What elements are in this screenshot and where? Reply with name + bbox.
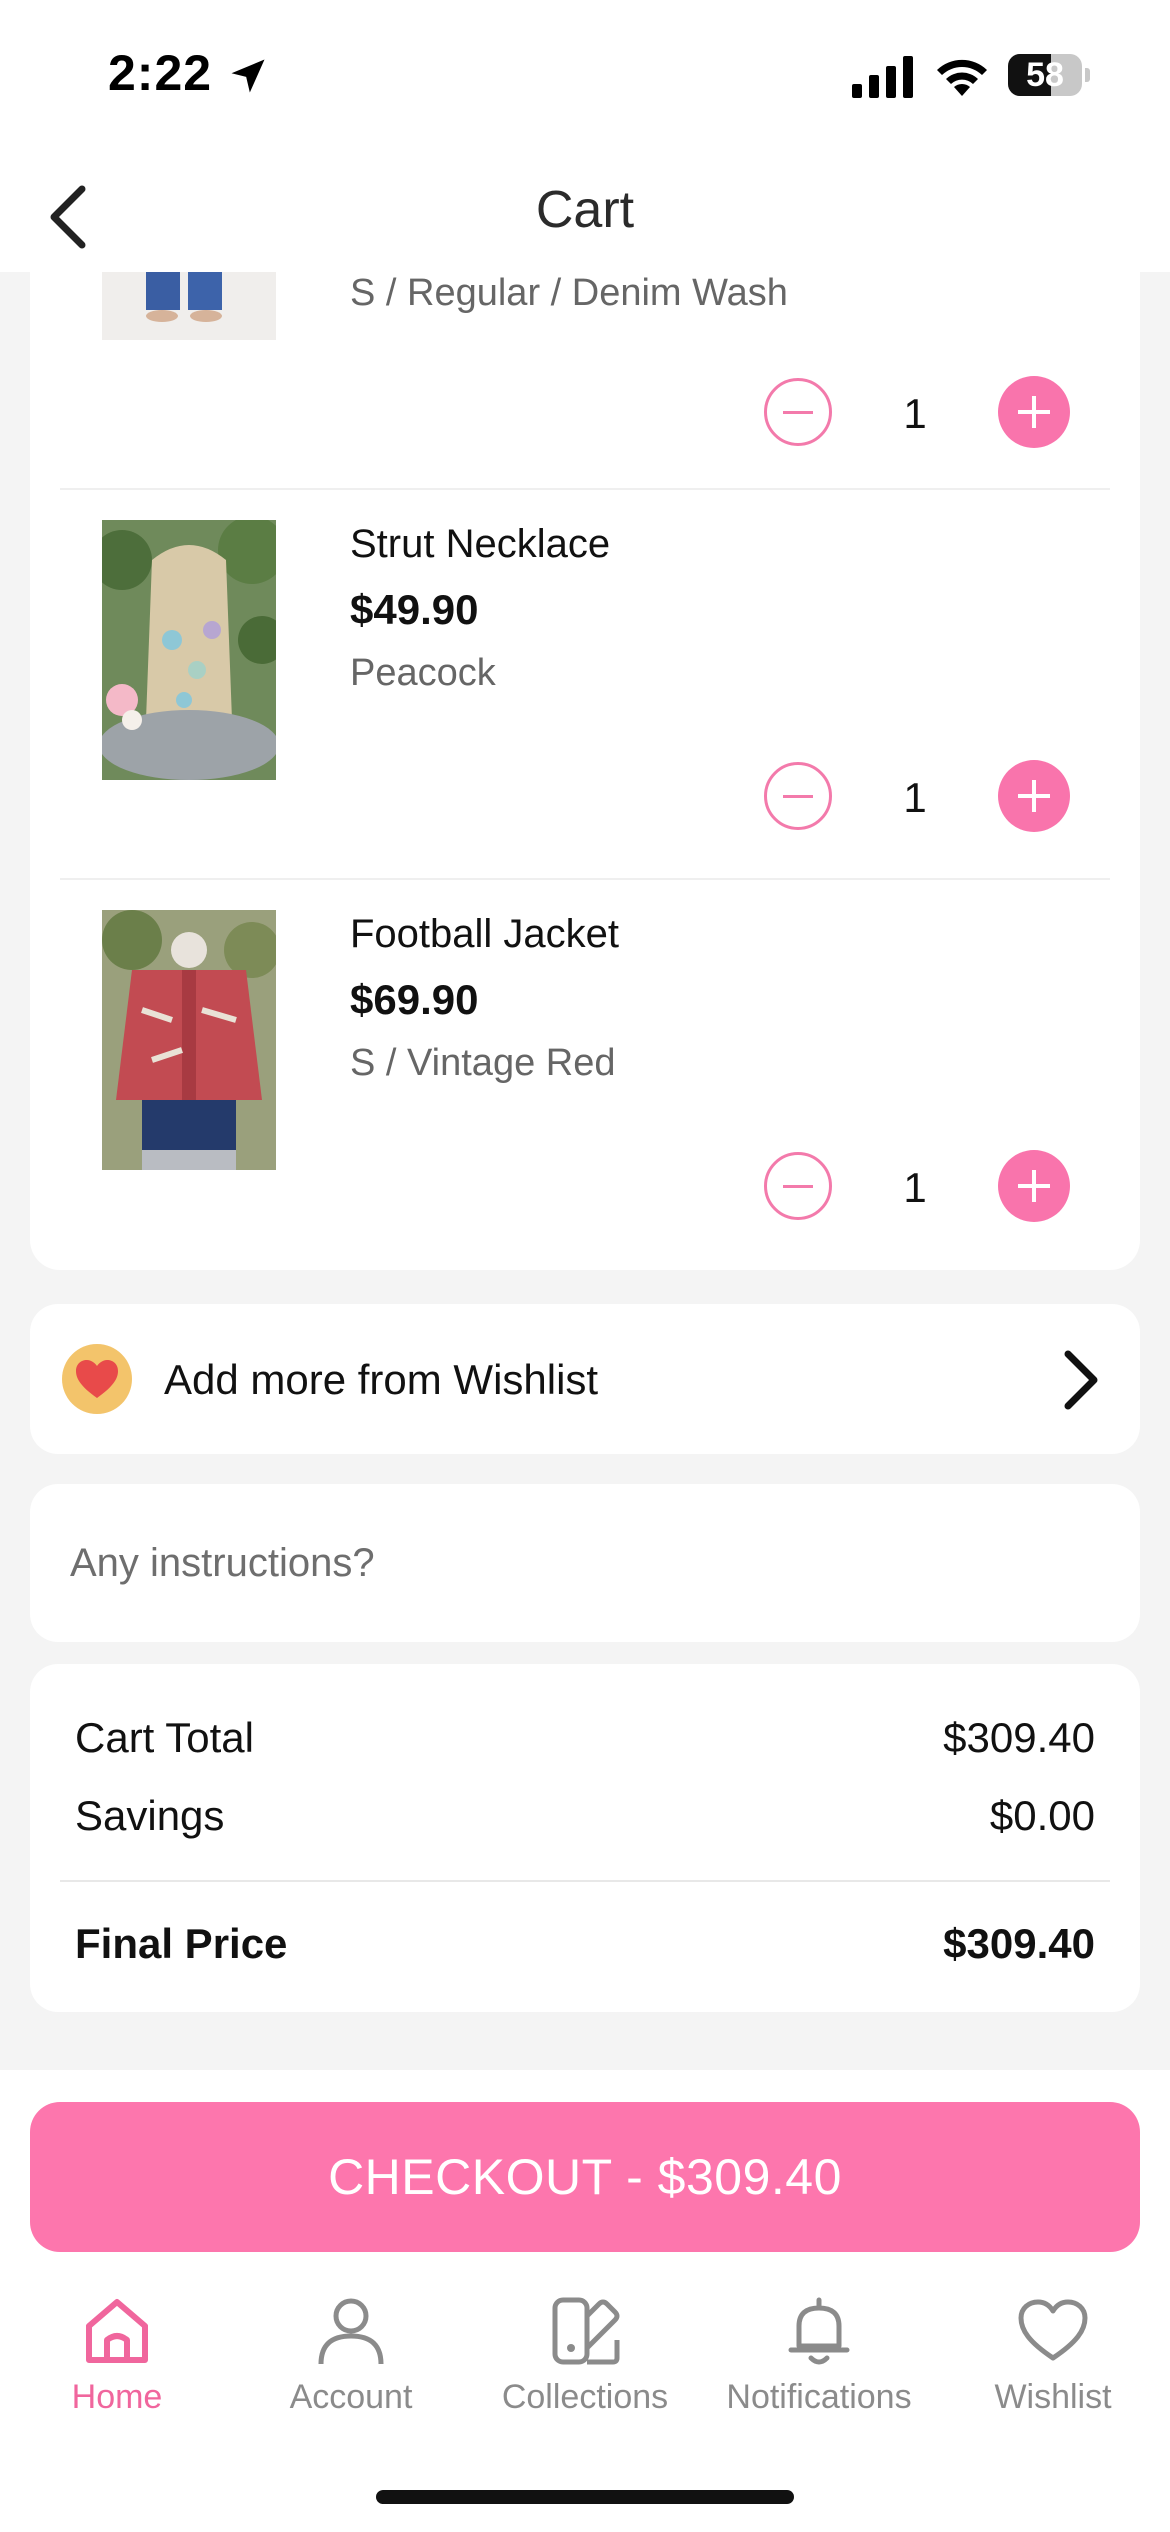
tab-label: Home bbox=[71, 2378, 163, 2416]
instructions-input[interactable] bbox=[70, 1528, 1100, 1598]
product-image[interactable] bbox=[102, 910, 276, 1170]
tab-label: Collections bbox=[501, 2378, 669, 2416]
increase-quantity-button[interactable] bbox=[998, 1150, 1070, 1222]
decrease-quantity-button[interactable] bbox=[764, 378, 832, 446]
product-image[interactable] bbox=[102, 260, 276, 340]
divider bbox=[60, 1880, 1110, 1882]
instructions-box bbox=[30, 1484, 1140, 1642]
checkout-label: CHECKOUT - $309.40 bbox=[328, 2149, 842, 2205]
tab-account[interactable]: Account bbox=[234, 2290, 468, 2430]
decrease-quantity-button[interactable] bbox=[764, 762, 832, 830]
item-variant: S / Regular / Denim Wash bbox=[350, 272, 788, 314]
tab-wishlist[interactable]: Wishlist bbox=[936, 2290, 1170, 2430]
collections-icon bbox=[552, 2297, 620, 2365]
final-price-value: $309.40 bbox=[943, 1920, 1095, 1967]
tab-collections[interactable]: Collections bbox=[468, 2290, 702, 2430]
add-from-wishlist-row[interactable]: Add more from Wishlist bbox=[30, 1304, 1140, 1454]
home-indicator bbox=[376, 2490, 794, 2504]
tab-label: Notifications bbox=[726, 2378, 912, 2416]
cellular-signal-icon bbox=[852, 56, 913, 98]
battery-percent: 58 bbox=[1026, 56, 1064, 94]
cart-item: Strut Necklace $49.90 Peacock 1 bbox=[30, 490, 1140, 880]
chevron-right-icon bbox=[1064, 1350, 1098, 1410]
bottom-tab-bar: Home Account Collections Notifications W… bbox=[0, 2290, 1170, 2430]
checkout-button[interactable]: CHECKOUT - $309.40 bbox=[30, 2102, 1140, 2252]
item-name[interactable]: Football Jacket bbox=[350, 912, 619, 957]
wishlist-badge bbox=[62, 1344, 132, 1414]
item-name[interactable]: Strut Necklace bbox=[350, 522, 610, 567]
heart-icon bbox=[76, 1360, 118, 1398]
increase-quantity-button[interactable] bbox=[998, 760, 1070, 832]
battery-indicator: 58 bbox=[1008, 54, 1090, 96]
final-price-label: Final Price bbox=[75, 1920, 288, 1967]
status-time: 2:22 bbox=[108, 45, 213, 101]
cart-items-card: S / Regular / Denim Wash 1 Strut Necklac… bbox=[30, 200, 1140, 1270]
home-icon bbox=[86, 2299, 148, 2363]
location-arrow-icon bbox=[231, 59, 265, 93]
page-header: Cart bbox=[0, 160, 1170, 272]
product-image[interactable] bbox=[102, 520, 276, 780]
cart-total-label: Cart Total bbox=[75, 1714, 254, 1761]
savings-value: $0.00 bbox=[989, 1792, 1095, 1839]
account-icon bbox=[318, 2298, 384, 2365]
item-price: $69.90 bbox=[350, 976, 479, 1023]
item-variant: Peacock bbox=[350, 652, 496, 694]
tab-label: Wishlist bbox=[994, 2378, 1112, 2416]
item-price: $49.90 bbox=[350, 586, 479, 633]
tab-home[interactable]: Home bbox=[0, 2290, 234, 2430]
tab-label: Account bbox=[289, 2378, 413, 2416]
savings-label: Savings bbox=[75, 1792, 225, 1839]
bell-icon bbox=[788, 2297, 850, 2365]
heart-icon bbox=[1018, 2299, 1088, 2361]
status-bar: 2:22 58 bbox=[0, 0, 1170, 160]
item-variant: S / Vintage Red bbox=[350, 1042, 616, 1084]
page-title: Cart bbox=[535, 181, 635, 239]
quantity-value: 1 bbox=[903, 774, 927, 821]
cart-total-value: $309.40 bbox=[943, 1714, 1095, 1761]
wifi-icon bbox=[937, 59, 987, 96]
cart-item: Football Jacket $69.90 S / Vintage Red 1 bbox=[30, 880, 1140, 1270]
increase-quantity-button[interactable] bbox=[998, 376, 1070, 448]
quantity-value: 1 bbox=[903, 390, 927, 437]
quantity-value: 1 bbox=[903, 1164, 927, 1211]
wishlist-label: Add more from Wishlist bbox=[164, 1356, 599, 1403]
decrease-quantity-button[interactable] bbox=[764, 1152, 832, 1220]
tab-notifications[interactable]: Notifications bbox=[702, 2290, 936, 2430]
price-summary: Cart Total $309.40 Savings $0.00 Final P… bbox=[30, 1664, 1140, 2012]
